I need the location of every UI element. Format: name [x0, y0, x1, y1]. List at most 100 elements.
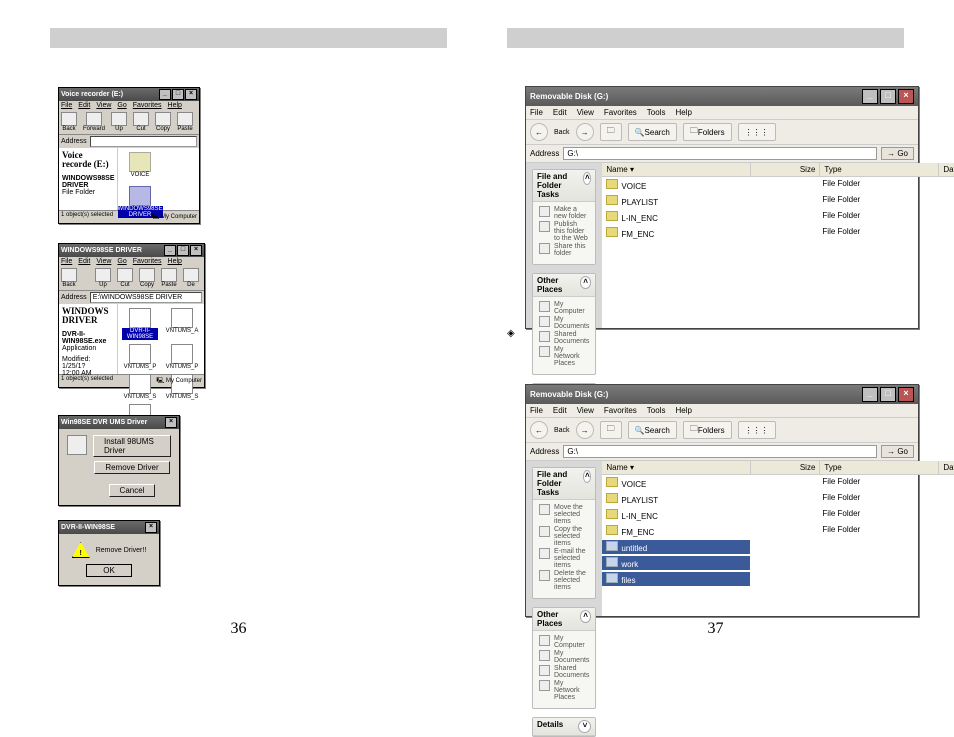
install-button[interactable]: Install 98UMS Driver — [93, 435, 171, 457]
forward-button[interactable]: Forward — [83, 112, 105, 132]
minimize-button[interactable]: _ — [159, 89, 171, 100]
minimize-button[interactable]: _ — [862, 387, 878, 402]
place-link[interactable]: My Computer — [539, 301, 589, 315]
file-list[interactable]: Name ▾ Size Type Date M VOICEFile Folder… — [602, 461, 954, 616]
close-button[interactable]: × — [145, 522, 157, 533]
go-button[interactable]: → Go — [881, 445, 914, 458]
titlebar[interactable]: Removable Disk (G:) _ □ × — [526, 87, 918, 106]
paste-button[interactable]: Paste — [177, 112, 193, 132]
file-icon[interactable]: VNTUMS_S — [122, 374, 158, 400]
list-row[interactable]: L-IN_ENCFile Folder — [602, 507, 954, 523]
icon-view[interactable]: DVR-II-WIN98SE VNTUMS_A VNTUMS_P VNTUMS_… — [118, 304, 204, 374]
forward-button[interactable]: → — [576, 123, 594, 141]
cut-button[interactable]: Cut — [133, 112, 149, 132]
titlebar[interactable]: WINDOWS98SE DRIVER _ □ × — [59, 244, 204, 257]
ok-button[interactable]: OK — [86, 564, 132, 577]
up-button[interactable]: Up — [111, 112, 127, 132]
place-link[interactable]: Shared Documents — [539, 665, 589, 679]
file-list[interactable]: Name ▾ Size Type Date M VOICEFile Folder… — [602, 163, 954, 328]
titlebar[interactable]: Removable Disk (G:) _ □ × — [526, 385, 918, 404]
file-icon[interactable]: VNTUMS_A — [164, 308, 200, 340]
task-link[interactable]: Publish this folder to the Web — [539, 221, 589, 242]
file-icon[interactable]: DVR-II-WIN98SE — [122, 308, 158, 340]
task-link[interactable]: Make a new folder — [539, 206, 589, 220]
toolbar[interactable]: Back Up Cut Copy Paste De — [59, 266, 204, 291]
address-bar[interactable]: Address E:\WINDOWS98SE DRIVER — [59, 291, 204, 304]
place-link[interactable]: My Network Places — [539, 346, 589, 367]
close-button[interactable]: × — [165, 417, 177, 428]
task-link[interactable]: Move the selected items — [539, 504, 589, 525]
list-header[interactable]: Name ▾ Size Type Date M — [602, 163, 954, 177]
address-field[interactable]: G:\ — [563, 445, 877, 458]
minimize-button[interactable]: _ — [862, 89, 878, 104]
toolbar[interactable]: Back Forward Up Cut Copy Paste — [59, 110, 199, 135]
list-row[interactable]: untitled846 KBBitmap Image11/29/2 — [602, 539, 954, 555]
search-button[interactable]: 🔍 Search — [628, 421, 677, 439]
maximize-button[interactable]: □ — [177, 245, 189, 256]
menubar[interactable]: FileEditViewGoFavoritesHelp — [59, 101, 199, 110]
copy-button[interactable]: Copy — [139, 268, 155, 288]
collapse-icon[interactable]: ˄ — [580, 276, 592, 289]
close-button[interactable]: × — [898, 89, 914, 104]
place-link[interactable]: My Network Places — [539, 680, 589, 701]
list-header[interactable]: Name ▾ Size Type Date M — [602, 461, 954, 475]
views-button[interactable]: ⋮⋮⋮ — [738, 123, 776, 141]
folder-icon[interactable]: VOICE — [122, 152, 158, 178]
toolbar[interactable]: ←Back → 🗀 🔍 Search 🗀 Folders ⋮⋮⋮ — [526, 417, 918, 443]
address-field[interactable]: E:\WINDOWS98SE DRIVER — [90, 292, 202, 303]
icon-view[interactable]: VOICE WINDOWS98SE DRIVER — [118, 148, 199, 210]
file-icon[interactable]: VNTUMS_P — [164, 344, 200, 370]
close-button[interactable]: × — [898, 387, 914, 402]
place-link[interactable]: My Documents — [539, 650, 589, 664]
list-row[interactable]: work1 KBRich Text Document11/22/2 — [602, 555, 954, 571]
place-link[interactable]: Shared Documents — [539, 331, 589, 345]
views-button[interactable]: ⋮⋮⋮ — [738, 421, 776, 439]
maximize-button[interactable]: □ — [172, 89, 184, 100]
close-button[interactable]: × — [185, 89, 197, 100]
folders-button[interactable]: 🗀 Folders — [683, 421, 732, 439]
task-link[interactable]: Copy the selected items — [539, 526, 589, 547]
file-icon[interactable]: VNTUMS_P — [122, 344, 158, 370]
task-link[interactable]: E-mail the selected items — [539, 548, 589, 569]
list-row[interactable]: PLAYLISTFile Folder — [602, 193, 954, 209]
up-button[interactable]: 🗀 — [600, 421, 622, 439]
task-link[interactable]: Share this folder — [539, 243, 589, 257]
back-button[interactable]: ← — [530, 421, 548, 439]
list-row[interactable]: PLAYLISTFile Folder — [602, 491, 954, 507]
paste-button[interactable]: Paste — [161, 268, 177, 288]
expand-icon[interactable]: ˅ — [578, 720, 591, 733]
address-field[interactable]: G:\ — [563, 147, 877, 160]
delete-button[interactable]: De — [183, 268, 199, 288]
back-button[interactable]: ← — [530, 123, 548, 141]
back-button[interactable]: Back — [61, 112, 77, 132]
up-button[interactable]: Up — [95, 268, 111, 288]
toolbar[interactable]: ←Back → 🗀 🔍 Search 🗀 Folders ⋮⋮⋮ — [526, 119, 918, 145]
maximize-button[interactable]: □ — [880, 89, 896, 104]
up-button[interactable]: 🗀 — [600, 123, 622, 141]
menubar[interactable]: FileEditViewGoFavoritesHelp — [59, 257, 204, 266]
remove-button[interactable]: Remove Driver — [94, 461, 169, 474]
cut-button[interactable]: Cut — [117, 268, 133, 288]
list-row[interactable]: VOICEFile Folder — [602, 475, 954, 491]
task-link[interactable]: Delete the selected items — [539, 570, 589, 591]
address-bar[interactable]: Address — [59, 135, 199, 148]
forward-button[interactable]: → — [576, 421, 594, 439]
list-row[interactable]: L-IN_ENCFile Folder — [602, 209, 954, 225]
back-button[interactable]: Back — [61, 268, 77, 288]
search-button[interactable]: 🔍 Search — [628, 123, 677, 141]
address-field[interactable] — [90, 136, 197, 147]
folders-button[interactable]: 🗀 Folders — [683, 123, 732, 141]
copy-button[interactable]: Copy — [155, 112, 171, 132]
place-link[interactable]: My Documents — [539, 316, 589, 330]
titlebar[interactable]: Voice recorder (E:) _ □ × — [59, 88, 199, 101]
maximize-button[interactable]: □ — [880, 387, 896, 402]
list-row[interactable]: VOICEFile Folder — [602, 177, 954, 193]
address-bar[interactable]: Address G:\ → Go — [526, 145, 918, 163]
list-row[interactable]: FM_ENCFile Folder — [602, 523, 954, 539]
list-row[interactable]: FM_ENCFile Folder — [602, 225, 954, 241]
minimize-button[interactable]: _ — [164, 245, 176, 256]
cancel-button[interactable]: Cancel — [109, 484, 156, 497]
go-button[interactable]: → Go — [881, 147, 914, 160]
menubar[interactable]: FileEditViewFavoritesToolsHelp — [526, 404, 918, 417]
close-button[interactable]: × — [190, 245, 202, 256]
